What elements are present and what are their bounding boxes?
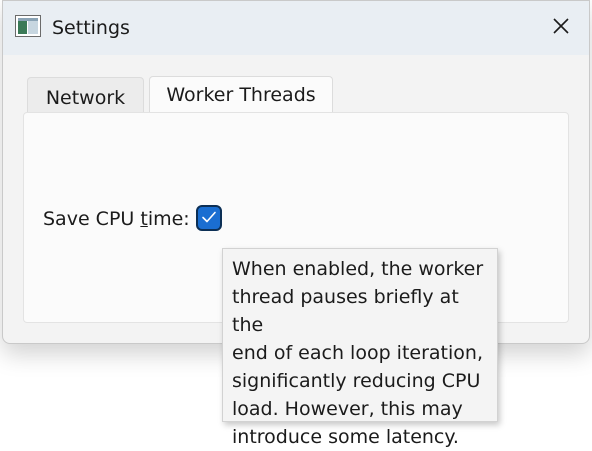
save-cpu-time-checkbox[interactable] (196, 205, 222, 231)
tab-network[interactable]: Network (27, 77, 144, 113)
window-title: Settings (52, 17, 130, 39)
save-cpu-label-rest: ime: (147, 208, 190, 230)
title-bar: Settings (3, 1, 589, 55)
settings-window-icon (15, 15, 41, 37)
close-icon (553, 18, 569, 38)
save-cpu-time-tooltip: When enabled, the worker thread pauses b… (222, 248, 498, 448)
save-cpu-time-label[interactable]: Save CPU time: (43, 206, 190, 232)
save-cpu-label-mnemonic: t (140, 208, 148, 230)
tab-worker-threads[interactable]: Worker Threads (149, 76, 333, 113)
save-cpu-label-text: Save CPU (43, 208, 141, 230)
checkmark-icon (201, 209, 217, 228)
close-button[interactable] (533, 1, 589, 55)
